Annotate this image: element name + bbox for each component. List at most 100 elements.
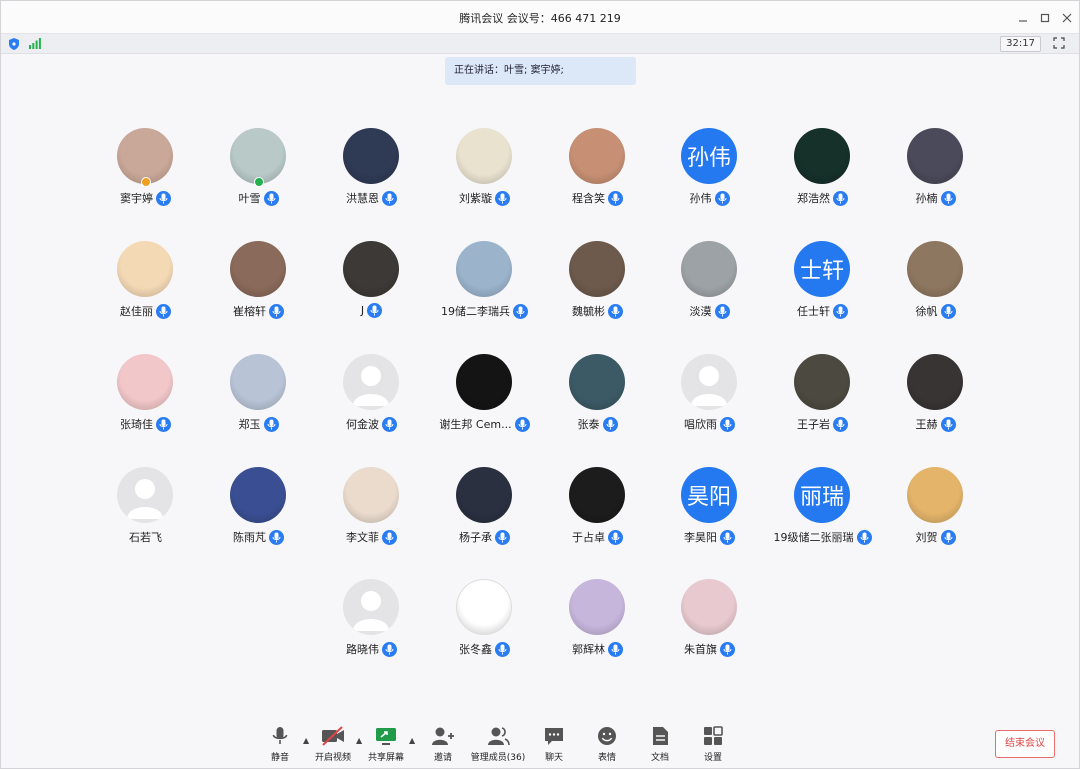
mic-status-icon[interactable] xyxy=(269,303,284,319)
participant-tile[interactable]: 窦宇婷 xyxy=(89,128,202,228)
participant-tile[interactable]: 士轩 任士轩 xyxy=(766,241,879,341)
participant-tile[interactable]: 王赫 xyxy=(879,354,992,454)
microphone-icon xyxy=(860,532,868,542)
mic-status-icon[interactable] xyxy=(714,190,730,206)
participant-name-row: J xyxy=(315,303,428,318)
participant-tile[interactable]: 李文菲 xyxy=(315,467,428,567)
participant-tile[interactable]: 赵佳丽 xyxy=(89,241,202,341)
mic-status-icon[interactable] xyxy=(263,190,279,206)
participant-tile[interactable]: 孙楠 xyxy=(879,128,992,228)
participant-tile[interactable]: 张泰 xyxy=(541,354,654,454)
participant-tile[interactable]: 何金波 xyxy=(315,354,428,454)
participant-tile[interactable]: 谢生邦 Cem... xyxy=(428,354,541,454)
participant-name-row: 王赫 xyxy=(879,416,992,432)
mic-status-icon[interactable] xyxy=(833,190,848,206)
participant-tile[interactable]: 王子岩 xyxy=(766,354,879,454)
end-meeting-button[interactable]: 结束会议 xyxy=(995,730,1055,758)
participant-tile[interactable]: 叶雪 xyxy=(202,128,315,228)
participant-tile[interactable]: 洪慧恩 xyxy=(315,128,428,228)
participant-name: 孙伟 xyxy=(689,192,712,205)
participant-tile[interactable]: 程含笑 xyxy=(541,128,654,228)
mic-status-icon[interactable] xyxy=(156,303,171,319)
participant-tile[interactable]: 唱欣雨 xyxy=(653,354,766,454)
mic-status-icon[interactable] xyxy=(608,529,623,545)
microphone-icon xyxy=(370,305,379,316)
mic-status-icon[interactable] xyxy=(608,303,623,319)
avatar: 昊阳 xyxy=(681,467,737,523)
participant-tile[interactable]: 郑浩然 xyxy=(766,128,879,228)
chat-label: 聊天 xyxy=(544,753,563,763)
participant-name-row: 路晓伟 xyxy=(315,641,428,657)
participant-tile[interactable]: 石若飞 xyxy=(89,467,202,567)
microphone-icon xyxy=(385,644,394,654)
mic-status-icon[interactable] xyxy=(156,190,171,206)
mic-status-icon[interactable] xyxy=(833,303,848,319)
participant-tile[interactable]: 于占卓 xyxy=(541,467,654,567)
mic-status-icon[interactable] xyxy=(156,416,171,432)
participant-tile[interactable]: 朱首旗 xyxy=(653,579,766,679)
mic-status-icon[interactable] xyxy=(382,190,397,206)
mic-status-icon[interactable] xyxy=(495,641,510,657)
mic-status-icon[interactable] xyxy=(940,303,956,319)
mic-status-icon[interactable] xyxy=(940,529,956,545)
mic-status-icon[interactable] xyxy=(513,303,528,319)
participant-tile[interactable]: 孙伟 孙伟 xyxy=(653,128,766,228)
settings-grid-icon xyxy=(704,726,723,745)
participant-tile[interactable]: 杨子承 xyxy=(428,467,541,567)
mic-status-icon[interactable] xyxy=(495,529,510,545)
avatar xyxy=(681,241,737,297)
share-options-caret[interactable]: ▲ xyxy=(409,736,415,745)
documents-button[interactable]: 文档 xyxy=(635,725,685,767)
microphone-icon xyxy=(944,419,952,429)
reaction-button[interactable]: 表情 xyxy=(582,725,632,767)
participant-tile[interactable]: 陈雨芃 xyxy=(202,467,315,567)
chat-button[interactable]: 聊天 xyxy=(529,725,579,767)
mic-status-icon[interactable] xyxy=(263,416,279,432)
participant-tile[interactable]: 刘贺 xyxy=(879,467,992,567)
participant-tile[interactable]: 丽瑞 19级储二张丽瑞 xyxy=(766,467,879,567)
participant-tile[interactable]: 徐帆 xyxy=(879,241,992,341)
manage-members-button[interactable]: 管理成员(36) xyxy=(471,725,525,767)
mic-status-icon[interactable] xyxy=(714,303,730,319)
mic-status-icon[interactable] xyxy=(720,529,735,545)
mic-status-icon[interactable] xyxy=(602,416,618,432)
microphone-icon xyxy=(944,193,952,203)
participant-tile[interactable]: 淡漠 xyxy=(653,241,766,341)
settings-button[interactable]: 设置 xyxy=(688,725,738,767)
share-screen-button[interactable]: 共享屏幕 xyxy=(361,725,411,767)
mute-button[interactable]: 静音 xyxy=(255,725,305,767)
participant-name: 19储二李瑞兵 xyxy=(441,305,510,318)
participant-tile[interactable]: 崔榕轩 xyxy=(202,241,315,341)
mic-status-icon[interactable] xyxy=(382,641,397,657)
mic-status-icon[interactable] xyxy=(856,529,872,545)
participant-tile[interactable]: 19储二李瑞兵 xyxy=(428,241,541,341)
mic-status-icon[interactable] xyxy=(382,416,397,432)
participant-tile[interactable]: 郑玉 xyxy=(202,354,315,454)
mic-status-icon[interactable] xyxy=(608,190,623,206)
start-video-button[interactable]: 开启视频 xyxy=(308,725,358,767)
participant-tile[interactable]: 路晓伟 xyxy=(315,579,428,679)
participant-tile[interactable]: 张冬鑫 xyxy=(428,579,541,679)
mic-status-icon[interactable] xyxy=(269,529,284,545)
participant-tile[interactable]: 张琦佳 xyxy=(89,354,202,454)
participant-tile[interactable]: 郭辉林 xyxy=(541,579,654,679)
mic-status-icon[interactable] xyxy=(367,303,383,318)
participant-tile[interactable]: J xyxy=(315,241,428,341)
host-badge-icon xyxy=(141,177,151,187)
mic-status-icon[interactable] xyxy=(495,190,510,206)
mic-status-icon[interactable] xyxy=(940,416,956,432)
mic-status-icon[interactable] xyxy=(608,641,623,657)
invite-button[interactable]: 邀请 xyxy=(418,725,468,767)
participant-name: 魏毓彬 xyxy=(572,305,605,318)
mic-status-icon[interactable] xyxy=(720,641,735,657)
participant-name-row: 孙楠 xyxy=(879,190,992,206)
mic-status-icon[interactable] xyxy=(940,190,956,206)
participant-tile[interactable]: 昊阳 李昊阳 xyxy=(653,467,766,567)
mic-status-icon[interactable] xyxy=(833,416,848,432)
mic-status-icon[interactable] xyxy=(382,529,397,545)
participant-tile[interactable]: 魏毓彬 xyxy=(541,241,654,341)
mic-status-icon[interactable] xyxy=(514,416,530,432)
mic-status-icon[interactable] xyxy=(720,416,735,432)
avatar xyxy=(117,467,173,523)
participant-tile[interactable]: 刘紫璇 xyxy=(428,128,541,228)
